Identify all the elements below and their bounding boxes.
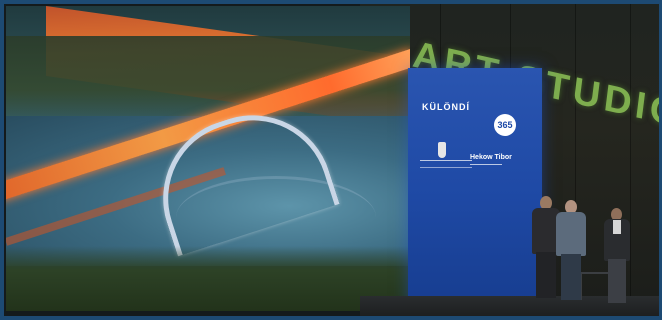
legs: [536, 252, 556, 298]
speaker-name: Hekow Tibor: [470, 154, 512, 161]
sponsor-panel: KÜLÖNDÍ 365 Hekow Tibor: [408, 68, 542, 306]
event-photo: ELL ART STUDIOS KÜLÖNDÍ 365 Hekow Tibor: [0, 0, 662, 320]
wall-seam: [630, 0, 631, 320]
legs: [608, 259, 626, 303]
crest-caption: [420, 160, 472, 168]
near-treeline: [6, 246, 410, 311]
speaker-subtitle: [470, 164, 502, 165]
crest-icon: [438, 142, 446, 158]
logo-365-icon: 365: [494, 114, 516, 136]
stage-chair: [580, 272, 610, 300]
led-screen: [6, 6, 410, 311]
torso: [556, 212, 586, 256]
legs: [561, 254, 581, 300]
shirt: [613, 220, 621, 234]
sponsor-logo-text: KÜLÖNDÍ: [422, 102, 470, 112]
